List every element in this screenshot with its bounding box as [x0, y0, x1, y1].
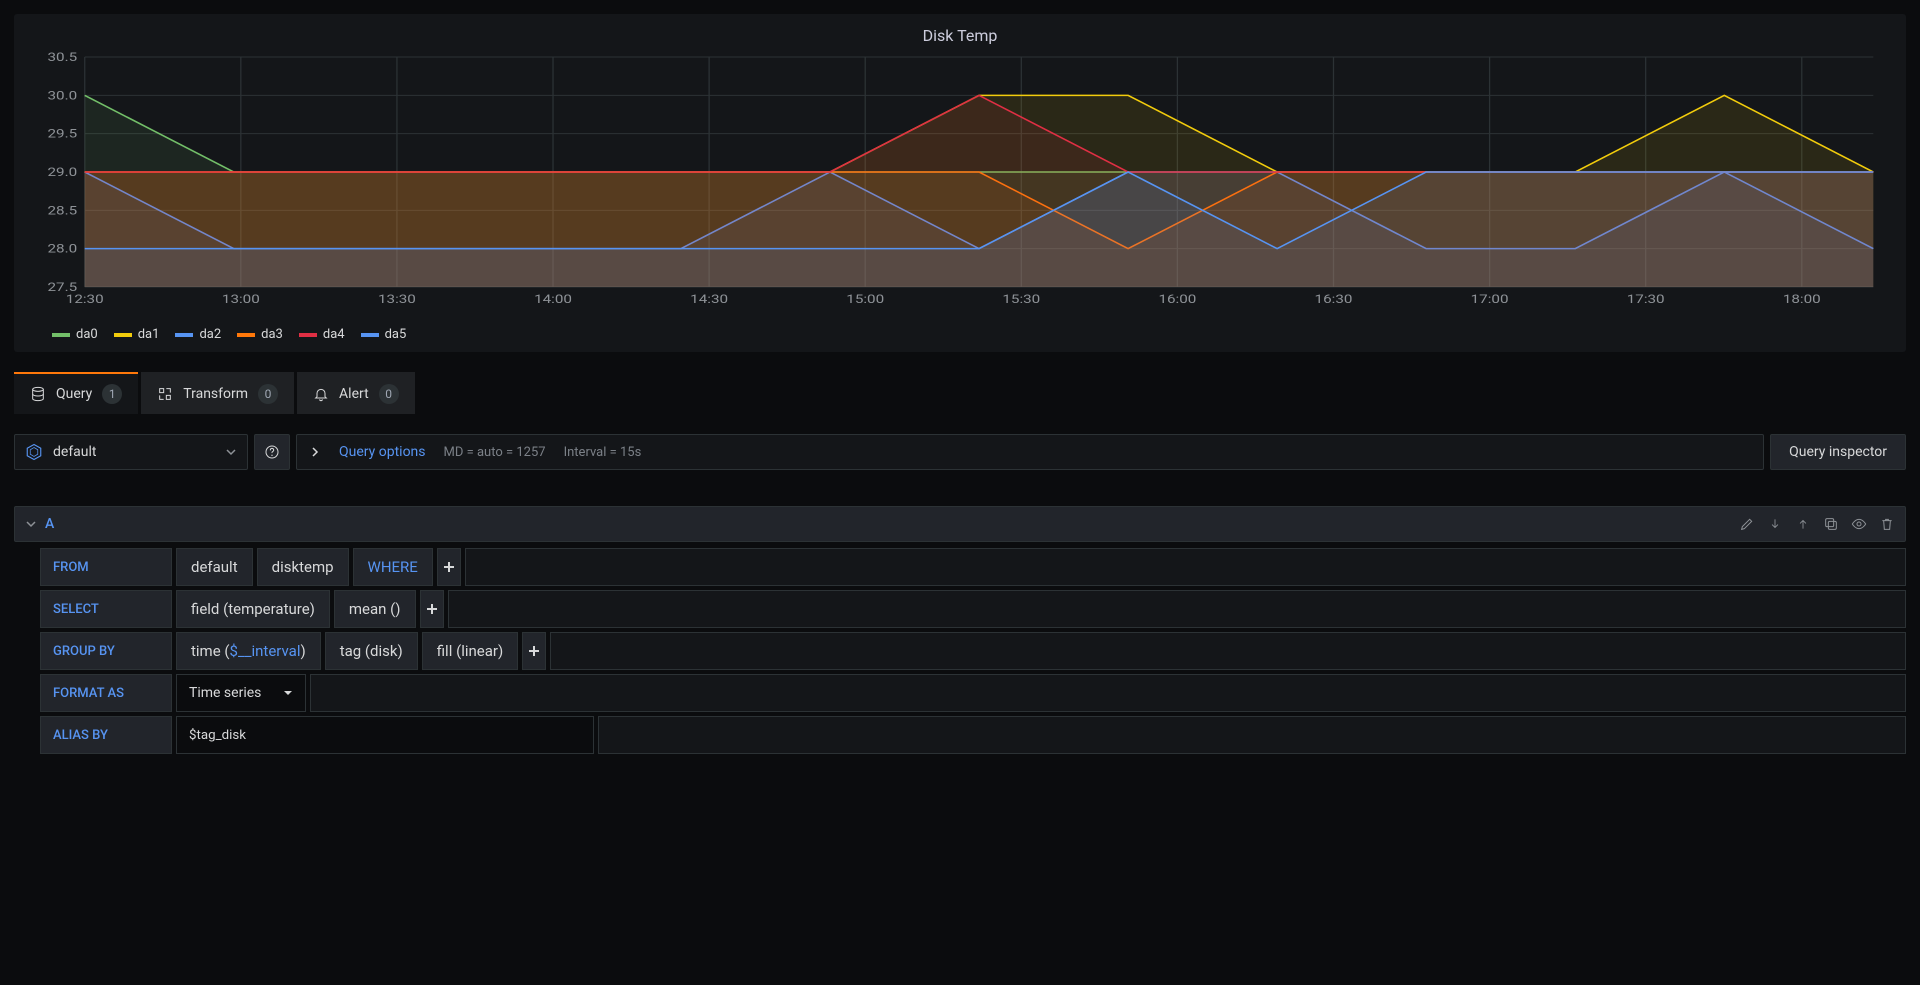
tab-label: Transform [183, 386, 248, 402]
query-inspector-button[interactable]: Query inspector [1770, 434, 1906, 470]
groupby-tag-segment[interactable]: tag (disk) [325, 632, 418, 670]
tab-count-badge: 0 [379, 384, 399, 404]
query-options-interval: Interval = 15s [564, 445, 642, 460]
legend-label: da1 [138, 327, 160, 342]
svg-text:28.5: 28.5 [47, 204, 77, 218]
legend-item[interactable]: da4 [299, 327, 345, 342]
tab-transform[interactable]: Transform 0 [141, 372, 294, 414]
legend-swatch [299, 333, 317, 337]
legend-item[interactable]: da1 [114, 327, 160, 342]
svg-text:18:00: 18:00 [1783, 292, 1821, 306]
svg-text:30.0: 30.0 [47, 89, 77, 103]
tab-count-badge: 0 [258, 384, 278, 404]
from-measurement-segment[interactable]: disktemp [257, 548, 349, 586]
svg-text:28.0: 28.0 [47, 242, 77, 256]
groupby-add-button[interactable] [522, 632, 546, 670]
query-letter: A [45, 516, 54, 532]
svg-text:16:00: 16:00 [1158, 292, 1196, 306]
tab-count-badge: 1 [102, 384, 122, 404]
legend-item[interactable]: da2 [175, 327, 221, 342]
chart-plot[interactable]: 27.528.028.529.029.530.030.512:3013:0013… [34, 47, 1886, 317]
svg-text:17:30: 17:30 [1627, 292, 1665, 306]
svg-text:29.5: 29.5 [47, 127, 77, 141]
legend-swatch [175, 333, 193, 337]
move-down-icon[interactable] [1767, 516, 1783, 532]
legend-swatch [361, 333, 379, 337]
segment-filler [310, 674, 1906, 712]
editor-tabs: Query 1 Transform 0 Alert 0 [14, 372, 1906, 414]
select-field-segment[interactable]: field (temperature) [176, 590, 330, 628]
query-options-label: Query options [339, 444, 426, 460]
caret-down-icon [283, 688, 293, 698]
svg-text:17:00: 17:00 [1471, 292, 1509, 306]
database-icon [30, 386, 46, 402]
formatas-label: FORMAT AS [40, 674, 172, 712]
svg-text:14:30: 14:30 [690, 292, 728, 306]
legend-label: da5 [385, 327, 407, 342]
segment-filler [448, 590, 1906, 628]
segment-filler [550, 632, 1906, 670]
legend-swatch [52, 333, 70, 337]
move-up-icon[interactable] [1795, 516, 1811, 532]
svg-text:15:00: 15:00 [846, 292, 884, 306]
aliasby-input[interactable] [176, 716, 594, 754]
panel-title: Disk Temp [14, 20, 1906, 47]
query-options-bar[interactable]: Query options MD = auto = 1257 Interval … [296, 434, 1764, 470]
datasource-help-button[interactable] [254, 434, 290, 470]
chevron-down-icon [225, 446, 237, 458]
groupby-label: GROUP BY [40, 632, 172, 670]
svg-text:12:30: 12:30 [66, 292, 104, 306]
where-label[interactable]: WHERE [353, 548, 433, 586]
legend-label: da3 [261, 327, 283, 342]
legend-swatch [237, 333, 255, 337]
datasource-name: default [53, 444, 215, 460]
query-options-md: MD = auto = 1257 [444, 445, 546, 460]
eye-icon[interactable] [1851, 516, 1867, 532]
datasource-picker[interactable]: default [14, 434, 248, 470]
transform-icon [157, 386, 173, 402]
groupby-fill-segment[interactable]: fill (linear) [422, 632, 518, 670]
segment-filler [598, 716, 1906, 754]
legend-item[interactable]: da5 [361, 327, 407, 342]
select-label: SELECT [40, 590, 172, 628]
chevron-down-icon [25, 518, 37, 530]
select-agg-segment[interactable]: mean () [334, 590, 416, 628]
svg-text:29.0: 29.0 [47, 165, 77, 179]
from-policy-segment[interactable]: default [176, 548, 253, 586]
tab-label: Query [56, 386, 92, 402]
chart-legend: da0 da1 da2 da3 da4 da5 [14, 317, 1906, 342]
groupby-time-segment[interactable]: time ($__interval) [176, 632, 321, 670]
tab-label: Alert [339, 386, 369, 402]
svg-text:14:00: 14:00 [534, 292, 572, 306]
legend-label: da0 [76, 327, 98, 342]
influxdb-icon [25, 443, 43, 461]
segment-filler [465, 548, 1906, 586]
chevron-right-icon [309, 446, 321, 458]
legend-swatch [114, 333, 132, 337]
chart-panel: Disk Temp 27.528.028.529.029.530.030.512… [14, 14, 1906, 352]
query-row-actions [1739, 516, 1895, 532]
svg-text:13:30: 13:30 [378, 292, 416, 306]
legend-item[interactable]: da3 [237, 327, 283, 342]
svg-text:15:30: 15:30 [1002, 292, 1040, 306]
copy-icon[interactable] [1823, 516, 1839, 532]
formatas-select[interactable]: Time series [176, 674, 306, 712]
legend-label: da2 [199, 327, 221, 342]
edit-icon[interactable] [1739, 516, 1755, 532]
aliasby-label: ALIAS BY [40, 716, 172, 754]
svg-text:30.5: 30.5 [47, 50, 77, 64]
select-add-button[interactable] [420, 590, 444, 628]
bell-icon [313, 386, 329, 402]
legend-item[interactable]: da0 [52, 327, 98, 342]
from-label: FROM [40, 548, 172, 586]
tab-alert[interactable]: Alert 0 [297, 372, 415, 414]
svg-text:13:00: 13:00 [222, 292, 260, 306]
trash-icon[interactable] [1879, 516, 1895, 532]
query-row-header[interactable]: A [14, 506, 1906, 542]
where-add-button[interactable] [437, 548, 461, 586]
svg-text:16:30: 16:30 [1315, 292, 1353, 306]
tab-query[interactable]: Query 1 [14, 372, 138, 414]
legend-label: da4 [323, 327, 345, 342]
